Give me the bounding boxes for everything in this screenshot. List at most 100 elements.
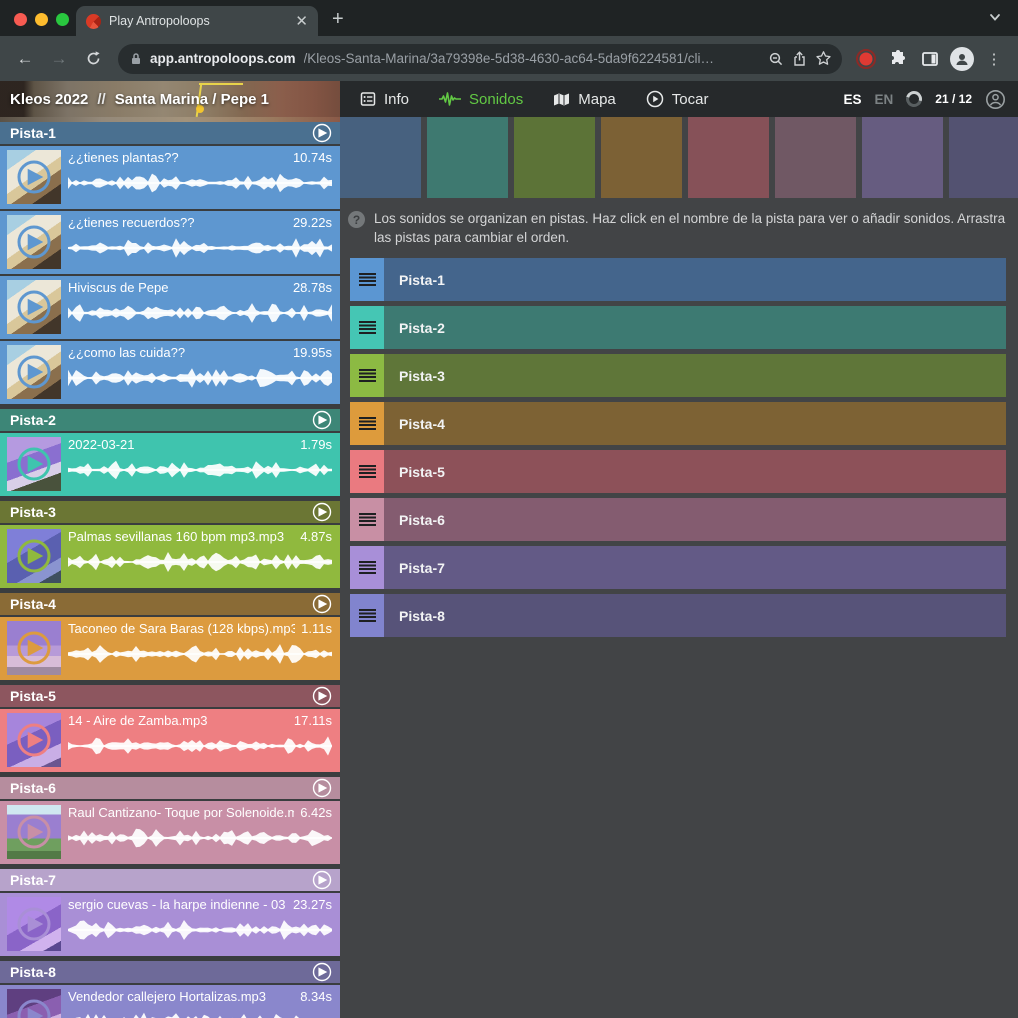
drag-handle[interactable] bbox=[350, 498, 384, 541]
clip-waveform[interactable] bbox=[68, 301, 332, 325]
clip-thumbnail[interactable] bbox=[7, 713, 61, 767]
clip-thumbnail[interactable] bbox=[7, 150, 61, 204]
track-section-header[interactable]: Pista-6 bbox=[0, 777, 340, 799]
tab-search-chevron-icon[interactable] bbox=[988, 10, 1002, 29]
track-play-button[interactable] bbox=[312, 123, 332, 143]
clip-waveform[interactable] bbox=[68, 550, 332, 574]
clip-waveform[interactable] bbox=[68, 236, 332, 260]
clip-waveform[interactable] bbox=[68, 458, 332, 482]
reload-icon[interactable] bbox=[78, 44, 108, 74]
drag-handle[interactable] bbox=[350, 450, 384, 493]
recording-extension-icon[interactable] bbox=[852, 45, 880, 73]
side-panel-icon[interactable] bbox=[916, 45, 944, 73]
track-row-body[interactable]: Pista-7 bbox=[384, 546, 1006, 589]
audio-clip[interactable]: sergio cuevas - la harpe indienne - 03 -… bbox=[0, 893, 340, 956]
clip-thumbnail[interactable] bbox=[7, 805, 61, 859]
track-play-button[interactable] bbox=[312, 410, 332, 430]
track-row-body[interactable]: Pista-6 bbox=[384, 498, 1006, 541]
drag-handle[interactable] bbox=[350, 546, 384, 589]
track-row-Pista-7[interactable]: Pista-7 bbox=[350, 546, 1006, 589]
track-play-button[interactable] bbox=[312, 686, 332, 706]
clip-thumbnail[interactable] bbox=[7, 529, 61, 583]
bookmark-star-icon[interactable] bbox=[815, 50, 832, 67]
track-row-body[interactable]: Pista-4 bbox=[384, 402, 1006, 445]
browser-profile-avatar[interactable] bbox=[948, 45, 976, 73]
nav-item-info[interactable]: Info bbox=[360, 91, 409, 108]
audio-clip[interactable]: Vendedor callejero Hortalizas.mp38.34s bbox=[0, 985, 340, 1018]
lang-es-button[interactable]: ES bbox=[844, 92, 862, 107]
close-window-button[interactable] bbox=[14, 13, 27, 26]
track-row-body[interactable]: Pista-1 bbox=[384, 258, 1006, 301]
drag-handle[interactable] bbox=[350, 258, 384, 301]
track-row-body[interactable]: Pista-8 bbox=[384, 594, 1006, 637]
nav-item-tocar[interactable]: Tocar bbox=[646, 90, 709, 108]
track-play-button[interactable] bbox=[312, 594, 332, 614]
minimize-window-button[interactable] bbox=[35, 13, 48, 26]
drag-handle[interactable] bbox=[350, 594, 384, 637]
nav-item-sonidos[interactable]: Sonidos bbox=[439, 91, 523, 108]
clip-thumbnail[interactable] bbox=[7, 280, 61, 334]
clip-waveform[interactable] bbox=[68, 826, 332, 850]
audio-clip[interactable]: ¿¿tienes recuerdos??29.22s bbox=[0, 211, 340, 274]
track-section-header[interactable]: Pista-3 bbox=[0, 501, 340, 523]
zoom-page-icon[interactable] bbox=[768, 51, 784, 67]
track-row-Pista-1[interactable]: Pista-1 bbox=[350, 258, 1006, 301]
clip-waveform[interactable] bbox=[68, 918, 332, 942]
map-banner-image[interactable]: Kleos 2022 // Santa Marina / Pepe 1 bbox=[0, 81, 340, 117]
track-row-Pista-3[interactable]: Pista-3 bbox=[350, 354, 1006, 397]
track-row-Pista-4[interactable]: Pista-4 bbox=[350, 402, 1006, 445]
track-play-button[interactable] bbox=[312, 502, 332, 522]
track-section-header[interactable]: Pista-4 bbox=[0, 593, 340, 615]
new-tab-button[interactable]: + bbox=[332, 8, 344, 31]
track-section-header[interactable]: Pista-8 bbox=[0, 961, 340, 983]
zoom-window-button[interactable] bbox=[56, 13, 69, 26]
track-row-Pista-2[interactable]: Pista-2 bbox=[350, 306, 1006, 349]
track-row-body[interactable]: Pista-3 bbox=[384, 354, 1006, 397]
track-section-header[interactable]: Pista-2 bbox=[0, 409, 340, 431]
track-play-button[interactable] bbox=[312, 962, 332, 982]
share-icon[interactable] bbox=[792, 51, 807, 67]
clip-thumbnail[interactable] bbox=[7, 215, 61, 269]
forward-icon[interactable]: → bbox=[44, 44, 74, 74]
audio-clip[interactable]: ¿¿como las cuida??19.95s bbox=[0, 341, 340, 404]
track-row-Pista-6[interactable]: Pista-6 bbox=[350, 498, 1006, 541]
track-row-Pista-8[interactable]: Pista-8 bbox=[350, 594, 1006, 637]
clip-thumbnail[interactable] bbox=[7, 989, 61, 1018]
track-play-button[interactable] bbox=[312, 778, 332, 798]
clip-waveform[interactable] bbox=[68, 171, 332, 195]
audio-clip[interactable]: Taconeo de Sara Baras (128 kbps).mp31.11… bbox=[0, 617, 340, 680]
drag-handle[interactable] bbox=[350, 306, 384, 349]
track-row-body[interactable]: Pista-2 bbox=[384, 306, 1006, 349]
clip-waveform[interactable] bbox=[68, 1010, 332, 1018]
account-icon[interactable] bbox=[985, 89, 1006, 110]
clip-thumbnail[interactable] bbox=[7, 621, 61, 675]
breadcrumb-project[interactable]: Kleos 2022 bbox=[10, 91, 88, 108]
clip-waveform[interactable] bbox=[68, 734, 332, 758]
track-section-header[interactable]: Pista-5 bbox=[0, 685, 340, 707]
url-bar[interactable]: app.antropoloops.com /Kleos-Santa-Marina… bbox=[118, 44, 842, 74]
extensions-puzzle-icon[interactable] bbox=[884, 45, 912, 73]
lang-en-button[interactable]: EN bbox=[875, 92, 894, 107]
clip-thumbnail[interactable] bbox=[7, 345, 61, 399]
drag-handle[interactable] bbox=[350, 402, 384, 445]
audio-clip[interactable]: 2022-03-211.79s bbox=[0, 433, 340, 496]
clip-thumbnail[interactable] bbox=[7, 897, 61, 951]
audio-clip[interactable]: ¿¿tienes plantas??10.74s bbox=[0, 146, 340, 209]
tab-close-icon[interactable]: ✕ bbox=[295, 14, 308, 29]
browser-menu-kebab-icon[interactable]: ⋮ bbox=[980, 45, 1008, 73]
track-section-header[interactable]: Pista-1 bbox=[0, 122, 340, 144]
back-icon[interactable]: ← bbox=[10, 44, 40, 74]
track-play-button[interactable] bbox=[312, 870, 332, 890]
audio-clip[interactable]: Raul Cantizano- Toque por Solenoide.mp36… bbox=[0, 801, 340, 864]
clip-thumbnail[interactable] bbox=[7, 437, 61, 491]
track-section-header[interactable]: Pista-7 bbox=[0, 869, 340, 891]
audio-clip[interactable]: 14 - Aire de Zamba.mp317.11s bbox=[0, 709, 340, 772]
browser-tab[interactable]: Play Antropoloops ✕ bbox=[76, 6, 318, 36]
clip-waveform[interactable] bbox=[68, 366, 332, 390]
drag-handle[interactable] bbox=[350, 354, 384, 397]
nav-item-mapa[interactable]: Mapa bbox=[553, 91, 616, 108]
track-row-Pista-5[interactable]: Pista-5 bbox=[350, 450, 1006, 493]
clip-waveform[interactable] bbox=[68, 642, 332, 666]
audio-clip[interactable]: Palmas sevillanas 160 bpm mp3.mp34.87s bbox=[0, 525, 340, 588]
audio-clip[interactable]: Hiviscus de Pepe28.78s bbox=[0, 276, 340, 339]
